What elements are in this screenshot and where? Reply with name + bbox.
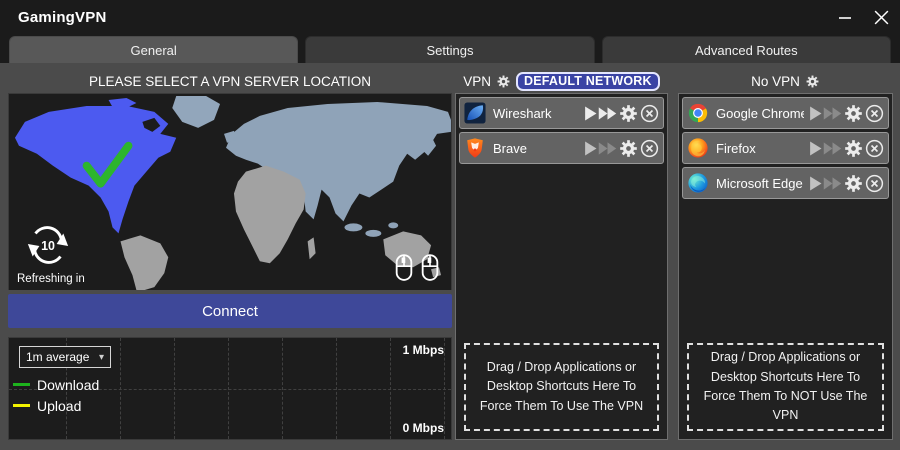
- title-bar: GamingVPN: [0, 0, 900, 34]
- app-settings-gear-button[interactable]: [843, 103, 864, 124]
- vpn-dropzone[interactable]: Drag / Drop Applications or Desktop Shor…: [464, 343, 659, 431]
- upload-label: Upload: [37, 398, 81, 414]
- fast-forward-button[interactable]: [597, 138, 618, 159]
- minimize-icon: [838, 10, 852, 24]
- app-settings-gear-button[interactable]: [618, 103, 639, 124]
- no-vpn-apps-panel: Google Chrome Firefox Microsoft Edge: [678, 93, 893, 440]
- close-button[interactable]: [868, 4, 894, 30]
- remove-app-button[interactable]: [639, 103, 660, 124]
- tab-advanced-routes[interactable]: Advanced Routes: [602, 36, 891, 63]
- no-vpn-panel-title: No VPN: [751, 74, 800, 89]
- fast-forward-button[interactable]: [822, 173, 843, 194]
- default-network-badge[interactable]: DEFAULT NETWORK: [516, 72, 660, 91]
- download-label: Download: [37, 377, 99, 393]
- tab-advanced-routes-label: Advanced Routes: [695, 43, 798, 58]
- app-row-microsoft-edge[interactable]: Microsoft Edge: [682, 167, 889, 199]
- server-location-header: PLEASE SELECT A VPN SERVER LOCATION: [8, 71, 452, 91]
- mouse-hints: [393, 253, 441, 283]
- legend-download: Download: [13, 374, 99, 395]
- fast-forward-button[interactable]: [822, 138, 843, 159]
- remove-app-button[interactable]: [639, 138, 660, 159]
- wireshark-icon: [464, 102, 486, 124]
- minimize-button[interactable]: [832, 4, 858, 30]
- app-name: Google Chrome: [716, 106, 804, 121]
- app-settings-gear-button[interactable]: [843, 138, 864, 159]
- refresh-icon: 10: [25, 222, 71, 268]
- firefox-icon: [687, 137, 709, 159]
- app-row-google-chrome[interactable]: Google Chrome: [682, 97, 889, 129]
- vpn-settings-gear-icon[interactable]: [496, 74, 511, 89]
- remove-app-button[interactable]: [864, 173, 885, 194]
- vpn-panel-title: VPN: [463, 74, 491, 89]
- connect-button[interactable]: Connect: [8, 294, 452, 328]
- tab-settings-label: Settings: [427, 43, 474, 58]
- chart-legend: Download Upload: [13, 374, 99, 416]
- app-row-wireshark[interactable]: Wireshark: [459, 97, 664, 129]
- tab-bar: General Settings Advanced Routes: [9, 36, 891, 63]
- mouse-right-icon: [419, 253, 441, 283]
- app-row-firefox[interactable]: Firefox: [682, 132, 889, 164]
- upload-color-swatch: [13, 404, 30, 407]
- refresh-seconds: 10: [41, 239, 55, 253]
- vpn-panel-header: VPN DEFAULT NETWORK: [455, 71, 668, 91]
- content-area: PLEASE SELECT A VPN SERVER LOCATION VPN …: [0, 63, 900, 450]
- fast-forward-button[interactable]: [822, 103, 843, 124]
- tab-general-label: General: [131, 43, 177, 58]
- no-vpn-dropzone[interactable]: Drag / Drop Applications or Desktop Shor…: [687, 343, 884, 431]
- app-name: Microsoft Edge: [716, 176, 804, 191]
- app-settings-gear-button[interactable]: [618, 138, 639, 159]
- legend-upload: Upload: [13, 395, 99, 416]
- app-title: GamingVPN: [18, 9, 106, 26]
- world-map-panel[interactable]: 10 Refreshing in: [8, 93, 452, 290]
- brave-icon: [464, 137, 486, 159]
- remove-app-button[interactable]: [864, 138, 885, 159]
- download-color-swatch: [13, 383, 30, 386]
- app-name: Wireshark: [493, 106, 579, 121]
- app-settings-gear-button[interactable]: [843, 173, 864, 194]
- no-vpn-settings-gear-icon[interactable]: [805, 74, 820, 89]
- fast-forward-button[interactable]: [597, 103, 618, 124]
- tab-settings[interactable]: Settings: [305, 36, 594, 63]
- app-name: Brave: [493, 141, 579, 156]
- mouse-left-icon: [393, 253, 415, 283]
- y-axis-min-label: 0 Mbps: [403, 421, 444, 435]
- google-chrome-icon: [687, 102, 709, 124]
- average-interval-value: 1m average: [26, 350, 89, 364]
- chevron-down-icon: ▾: [99, 352, 104, 363]
- app-row-brave[interactable]: Brave: [459, 132, 664, 164]
- refresh-label: Refreshing in: [17, 273, 127, 285]
- bandwidth-chart: 1m average ▾ Download Upload 1 Mbps 0 Mb…: [8, 337, 452, 440]
- vpn-apps-panel: Wireshark Brave Drag / Drop Applications…: [455, 93, 668, 440]
- average-interval-select[interactable]: 1m average ▾: [19, 346, 111, 368]
- close-icon: [873, 9, 890, 26]
- no-vpn-panel-header: No VPN: [678, 71, 893, 91]
- remove-app-button[interactable]: [864, 103, 885, 124]
- microsoft-edge-icon: [687, 172, 709, 194]
- refresh-countdown: 10 Refreshing in: [17, 222, 127, 285]
- y-axis-max-label: 1 Mbps: [403, 343, 444, 357]
- tab-general[interactable]: General: [9, 36, 298, 63]
- app-window: GamingVPN General Settings Advanced Rout…: [0, 0, 900, 450]
- app-name: Firefox: [716, 141, 804, 156]
